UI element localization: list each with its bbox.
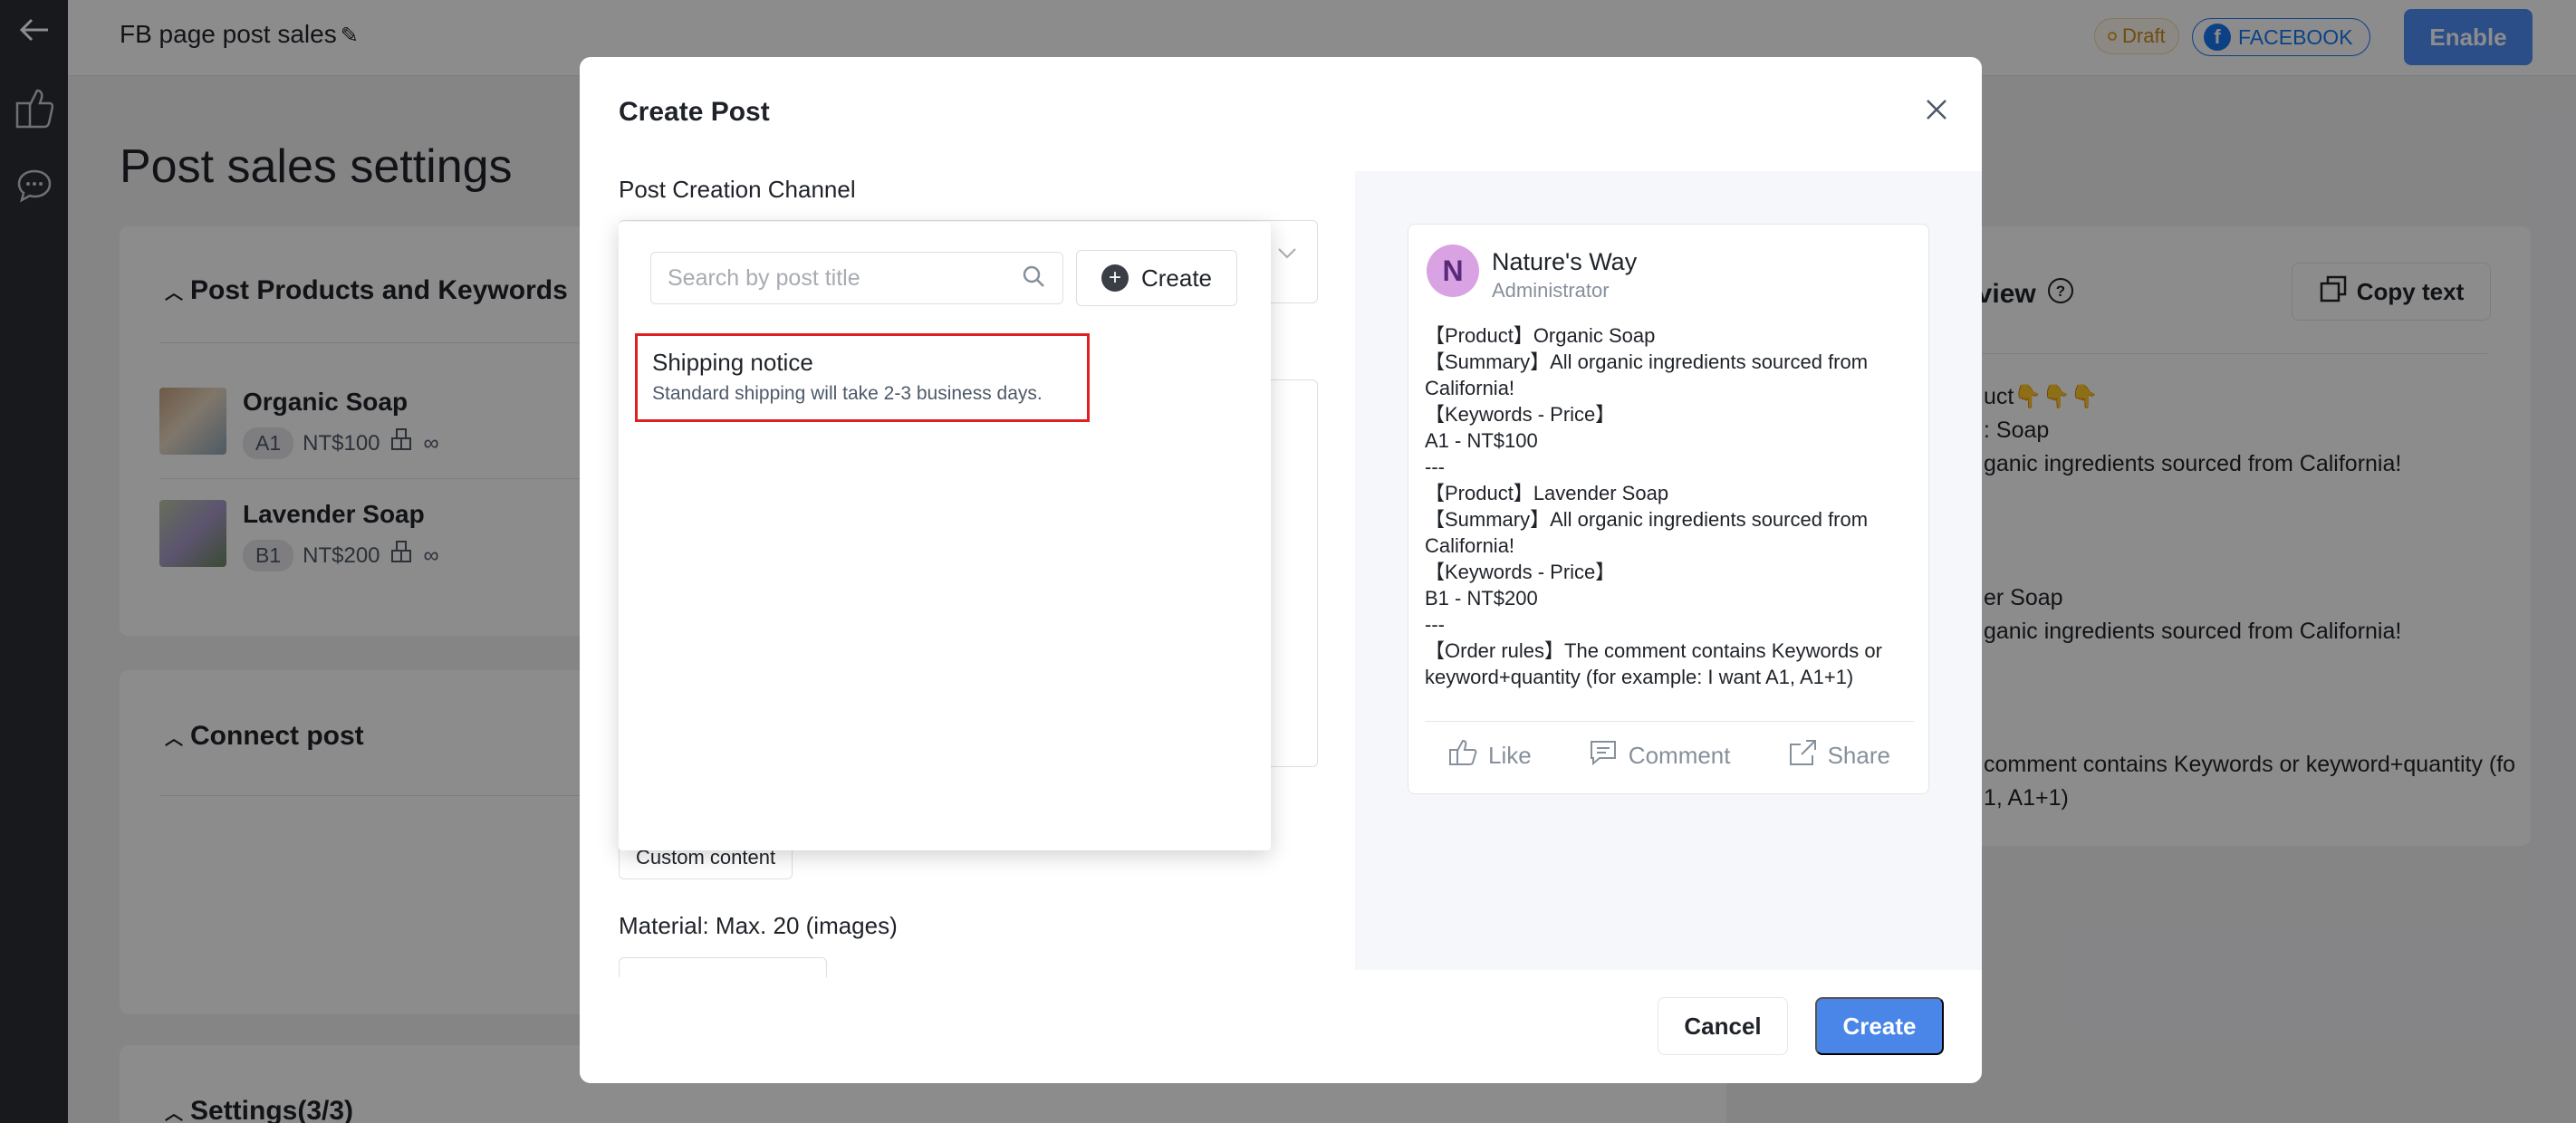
post-line: ---: [1425, 456, 1445, 478]
material-label: Material: Max. 20 (images): [619, 912, 898, 939]
post-line: 【Product】Lavender Soap: [1425, 482, 1669, 504]
post-line: 【Product】Organic Soap: [1425, 324, 1656, 347]
post-creation-channel-label: Post Creation Channel: [619, 176, 856, 203]
share-icon: [1788, 739, 1817, 773]
post-preview-pane: N Nature's Way Administrator 【Product】Or…: [1355, 171, 1982, 970]
avatar: N: [1427, 245, 1479, 297]
post-line: 【Order rules】The comment contains Keywor…: [1425, 639, 1882, 688]
post-line: B1 - NT$200: [1425, 587, 1538, 609]
post-line: 【Summary】All organic ingredients sourced…: [1425, 508, 1869, 557]
share-label: Share: [1827, 741, 1890, 769]
post-line: ---: [1425, 613, 1445, 636]
image-upload-area[interactable]: [619, 957, 827, 977]
like-action: Like: [1425, 739, 1555, 773]
post-line: A1 - NT$100: [1425, 429, 1538, 452]
search-input[interactable]: Search by post title: [650, 252, 1063, 304]
post-line: 【Keywords - Price】: [1425, 561, 1616, 583]
post-line: 【Keywords - Price】: [1425, 403, 1616, 426]
facebook-post-preview: N Nature's Way Administrator 【Product】Or…: [1408, 224, 1929, 794]
post-actions: Like Comment Share: [1425, 735, 1914, 775]
option-description: Standard shipping will take 2-3 business…: [652, 383, 1043, 404]
plus-icon: +: [1101, 264, 1129, 292]
like-label: Like: [1488, 741, 1532, 769]
create-button[interactable]: Create: [1815, 997, 1944, 1055]
dropdown-option-shipping-notice[interactable]: Shipping notice Standard shipping will t…: [635, 333, 1090, 422]
create-post-template-button[interactable]: + Create: [1076, 250, 1237, 306]
comment-label: Comment: [1628, 741, 1731, 769]
search-placeholder: Search by post title: [668, 264, 860, 291]
close-icon[interactable]: [1920, 93, 1953, 126]
post-select-dropdown: Search by post title + Create Shipping n…: [619, 222, 1271, 850]
comment-action: Comment: [1565, 739, 1754, 773]
create-template-label: Create: [1140, 264, 1213, 292]
comment-icon: [1589, 739, 1618, 773]
search-icon[interactable]: [1021, 264, 1046, 293]
divider: [1425, 721, 1914, 722]
option-title: Shipping notice: [652, 349, 813, 376]
chevron-down-icon[interactable]: [1277, 247, 1297, 264]
post-body: 【Product】Organic Soap 【Summary】All organ…: [1425, 322, 1923, 690]
share-action: Share: [1764, 739, 1914, 773]
modal-title: Create Post: [619, 97, 770, 127]
cancel-button[interactable]: Cancel: [1658, 997, 1788, 1055]
like-icon: [1448, 739, 1477, 773]
post-line: 【Summary】All organic ingredients sourced…: [1425, 350, 1869, 399]
page-role: Administrator: [1492, 279, 1610, 302]
page-name: Nature's Way: [1492, 248, 1638, 275]
